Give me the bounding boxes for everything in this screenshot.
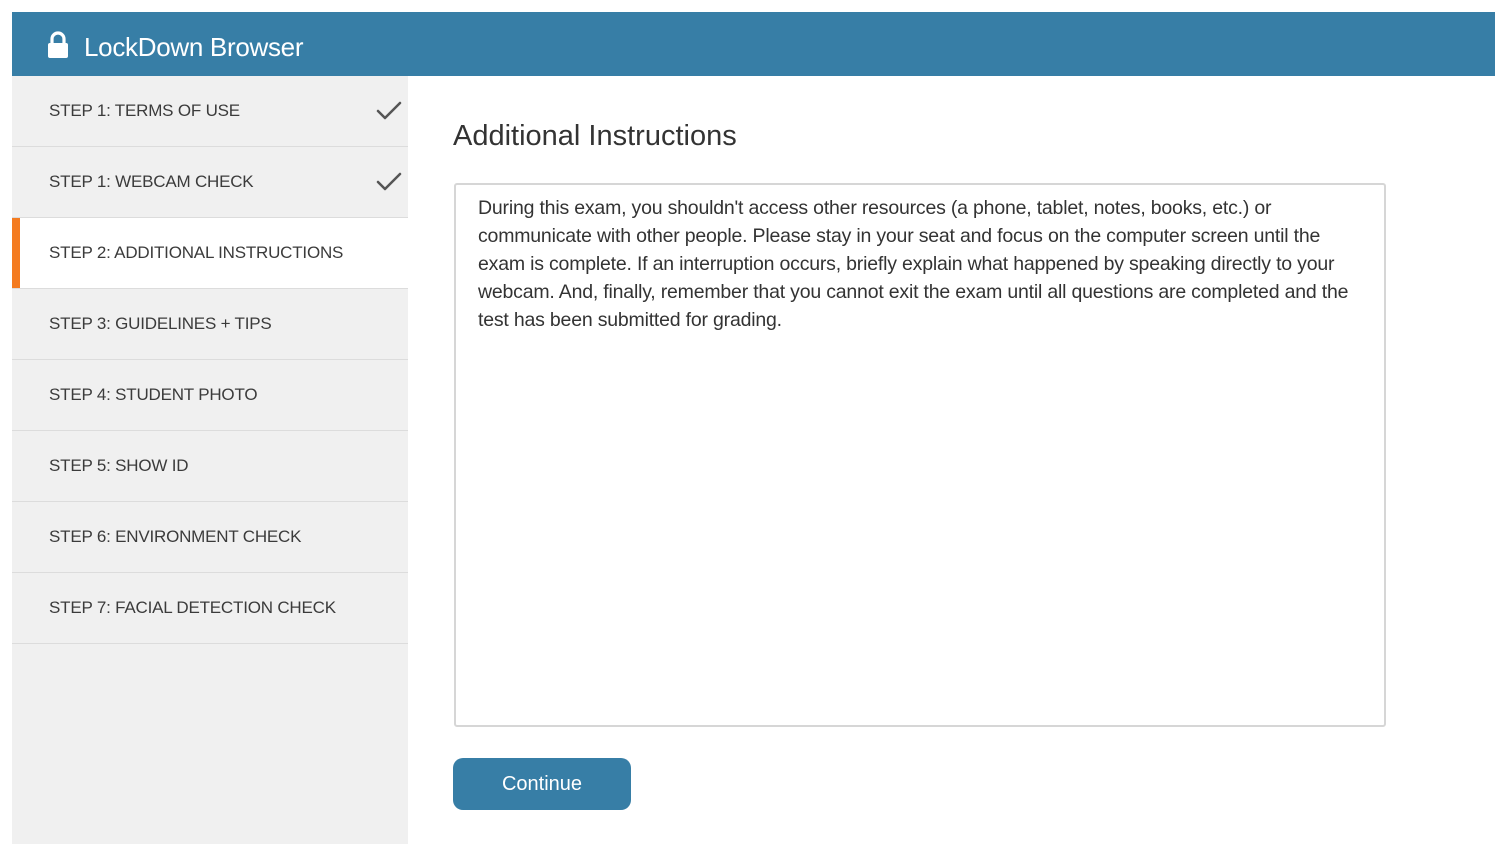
sidebar-step-student-photo[interactable]: STEP 4: STUDENT PHOTO	[12, 360, 408, 431]
sidebar-step-guidelines-tips[interactable]: STEP 3: GUIDELINES + TIPS	[12, 289, 408, 360]
lockdown-browser-window: LockDown Browser STEP 1: TERMS OF USE ST…	[12, 9, 1495, 844]
sidebar-step-additional-instructions[interactable]: STEP 2: ADDITIONAL INSTRUCTIONS	[12, 218, 408, 289]
sidebar-step-terms-of-use[interactable]: STEP 1: TERMS OF USE	[12, 76, 408, 147]
sidebar-step-environment-check[interactable]: STEP 6: ENVIRONMENT CHECK	[12, 502, 408, 573]
page-title: Additional Instructions	[453, 120, 737, 152]
lock-icon	[48, 31, 68, 58]
sidebar-step-show-id[interactable]: STEP 5: SHOW ID	[12, 431, 408, 502]
continue-button[interactable]: Continue	[453, 758, 631, 810]
sidebar-step-facial-detection-check[interactable]: STEP 7: FACIAL DETECTION CHECK	[12, 573, 408, 644]
step-label: STEP 1: WEBCAM CHECK	[49, 172, 254, 191]
step-label: STEP 2: ADDITIONAL INSTRUCTIONS	[49, 243, 344, 262]
step-label: STEP 7: FACIAL DETECTION CHECK	[49, 598, 336, 617]
step-label: STEP 6: ENVIRONMENT CHECK	[49, 527, 302, 546]
step-label: STEP 4: STUDENT PHOTO	[49, 385, 258, 404]
step-label: STEP 3: GUIDELINES + TIPS	[49, 314, 272, 333]
step-label: STEP 5: SHOW ID	[49, 456, 189, 475]
sidebar-step-webcam-check[interactable]: STEP 1: WEBCAM CHECK	[12, 147, 408, 218]
step-label: STEP 1: TERMS OF USE	[49, 101, 240, 120]
checkmark-icon	[376, 172, 402, 191]
instructions-panel[interactable]: During this exam, you shouldn't access o…	[454, 183, 1386, 727]
app-header: LockDown Browser	[12, 12, 1495, 76]
app-title: LockDown Browser	[84, 32, 304, 62]
checkmark-icon	[376, 101, 402, 120]
steps-sidebar: STEP 1: TERMS OF USE STEP 1: WEBCAM CHEC…	[12, 76, 408, 844]
instructions-text: During this exam, you shouldn't access o…	[478, 197, 1349, 331]
